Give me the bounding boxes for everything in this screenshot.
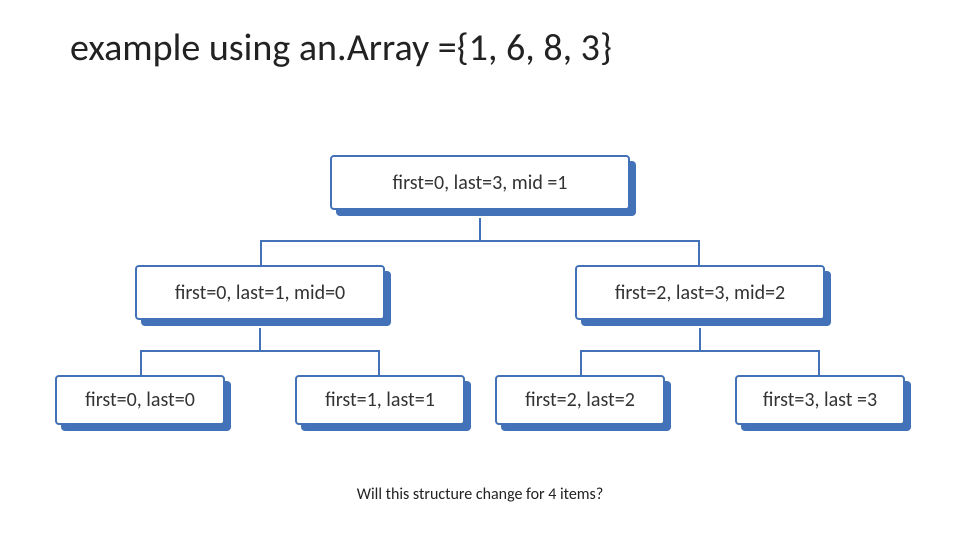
connector [818,350,820,375]
node-left: first=0, last=1, mid=0 [135,265,385,320]
node-left-label: first=0, last=1, mid=0 [175,281,345,305]
node-ll: first=0, last=0 [55,375,225,425]
connector [479,218,481,240]
footnote: Will this structure change for 4 items? [0,485,960,504]
node-lr-label: first=1, last=1 [325,388,435,412]
node-right: first=2, last=3, mid=2 [575,265,825,320]
connector [140,350,142,375]
slide-title: example using an.Array ={1, 6, 8, 3} [70,25,612,71]
node-lr: first=1, last=1 [295,375,465,425]
connector [378,350,380,375]
node-rr: first=3, last =3 [735,375,905,425]
connector [699,328,701,350]
slide: example using an.Array ={1, 6, 8, 3} fir… [0,0,960,540]
node-right-label: first=2, last=3, mid=2 [615,281,785,305]
node-ll-label: first=0, last=0 [85,388,195,412]
connector [580,350,582,375]
node-rr-label: first=3, last =3 [763,388,877,412]
connector [580,350,820,352]
connector [259,328,261,350]
node-root-label: first=0, last=3, mid =1 [393,171,568,195]
node-rl-label: first=2, last=2 [525,388,635,412]
connector [260,240,700,242]
connector [698,240,700,265]
node-rl: first=2, last=2 [495,375,665,425]
node-root: first=0, last=3, mid =1 [330,155,630,210]
connector [260,240,262,265]
connector [140,350,380,352]
